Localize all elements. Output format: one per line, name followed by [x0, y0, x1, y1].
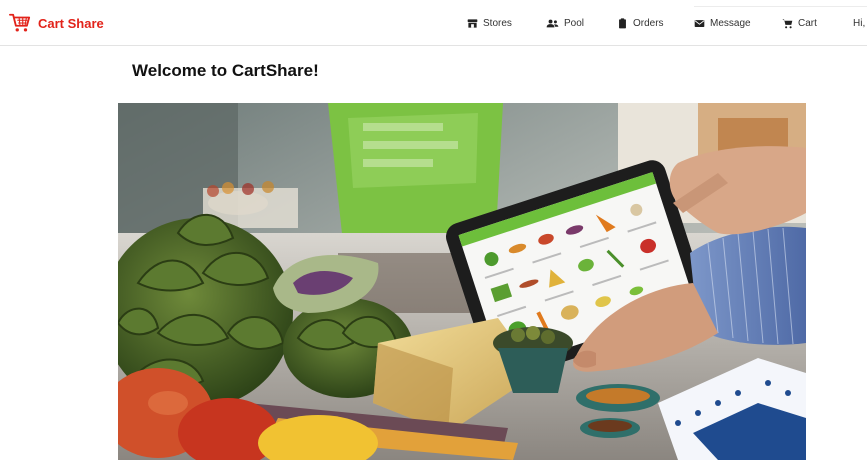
page-title: Welcome to CartShare!	[132, 61, 319, 80]
envelope-icon	[694, 20, 705, 27]
nav-orders[interactable]: Orders	[617, 18, 664, 29]
store-icon	[467, 19, 478, 28]
nav-orders-label: Orders	[633, 18, 664, 29]
nav-cart[interactable]: Cart	[782, 18, 817, 29]
nav-message-label: Message	[710, 18, 751, 29]
groceries-tablet-illustration	[118, 103, 806, 460]
shopping-cart-icon	[9, 13, 31, 32]
nav-pool-label: Pool	[564, 18, 585, 29]
users-icon	[546, 19, 559, 28]
cart-icon	[782, 19, 793, 29]
user-greeting[interactable]: Hi,	[853, 18, 865, 29]
clipboard-icon	[619, 18, 626, 29]
brand-logo-link[interactable]: Cart Share	[9, 12, 104, 34]
nav-stores[interactable]: Stores	[467, 18, 512, 29]
nav-pool[interactable]: Pool	[546, 18, 584, 29]
top-navbar: Cart Share Stores Pool Orders Message Ca…	[0, 0, 867, 46]
hero-image	[118, 103, 806, 460]
divider	[694, 6, 867, 7]
nav-message[interactable]: Message	[694, 18, 751, 29]
nav-cart-label: Cart	[798, 18, 817, 29]
nav-stores-label: Stores	[483, 18, 512, 29]
brand-name: Cart Share	[38, 15, 104, 31]
